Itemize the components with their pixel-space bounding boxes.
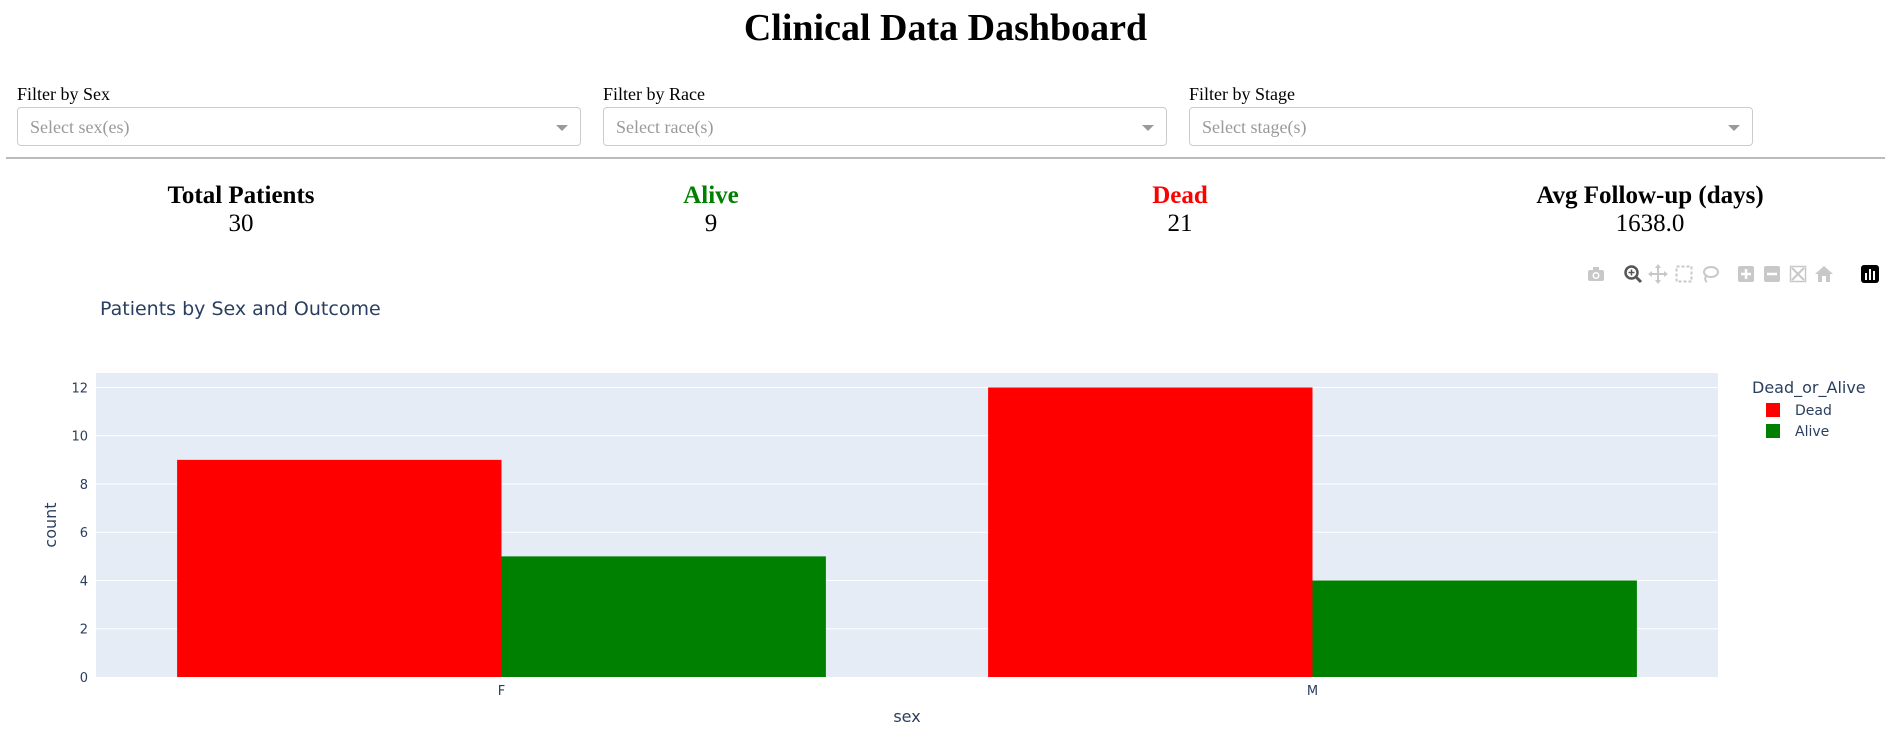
zoom-out-icon[interactable] xyxy=(1762,264,1782,284)
bar-chart: Patients by Sex and Outcome 024681012 FM… xyxy=(41,298,1866,726)
filter-sex: Filter by Sex Select sex(es) xyxy=(17,84,581,146)
filter-stage-label: Filter by Stage xyxy=(1189,84,1295,104)
bar-alive-f[interactable] xyxy=(501,556,826,677)
legend: Dead_or_Alive Dead Alive xyxy=(1752,378,1866,440)
y-tick-label: 2 xyxy=(80,623,88,638)
race-dropdown-placeholder: Select race(s) xyxy=(616,117,714,137)
legend-swatch-dead[interactable] xyxy=(1766,403,1780,417)
kpi-total-patients: Total Patients 30 xyxy=(91,182,391,238)
kpi-alive-label: Alive xyxy=(683,182,739,209)
legend-item-alive[interactable]: Alive xyxy=(1795,424,1829,440)
zoom-in-icon[interactable] xyxy=(1736,264,1756,284)
chart-modebar xyxy=(1586,264,1886,286)
sex-dropdown-placeholder: Select sex(es) xyxy=(30,117,130,137)
filter-race: Filter by Race Select race(s) xyxy=(603,84,1167,146)
kpi-dead: Dead 21 xyxy=(1030,182,1330,238)
filter-sex-label: Filter by Sex xyxy=(17,84,110,104)
y-tick-label: 8 xyxy=(80,478,88,493)
y-tick-label: 6 xyxy=(80,526,88,541)
divider xyxy=(6,157,1885,159)
y-tick-label: 10 xyxy=(71,430,88,445)
lasso-select-icon[interactable] xyxy=(1700,264,1720,284)
chevron-down-icon[interactable] xyxy=(1728,125,1740,131)
autoscale-icon[interactable] xyxy=(1788,264,1808,284)
stage-dropdown-placeholder: Select stage(s) xyxy=(1202,117,1307,137)
y-tick-label: 0 xyxy=(80,671,88,686)
x-tick-label: F xyxy=(498,684,505,699)
kpi-dead-label: Dead xyxy=(1152,182,1208,209)
kpi-total-patients-label: Total Patients xyxy=(167,182,315,209)
y-tick-label: 4 xyxy=(80,574,88,589)
kpi-avg-follow-up: Avg Follow-up (days) 1638.0 xyxy=(1500,182,1800,238)
chevron-down-icon[interactable] xyxy=(1142,125,1154,131)
chart-title: Patients by Sex and Outcome xyxy=(100,298,381,320)
filter-stage: Filter by Stage Select stage(s) xyxy=(1189,84,1753,146)
race-dropdown[interactable]: Select race(s) xyxy=(603,107,1167,146)
kpi-alive: Alive 9 xyxy=(561,182,861,238)
zoom-icon[interactable] xyxy=(1623,264,1643,284)
kpi-avg-follow-up-value: 1638.0 xyxy=(1615,210,1685,237)
kpi-dead-value: 21 xyxy=(1167,210,1193,237)
stage-dropdown[interactable]: Select stage(s) xyxy=(1189,107,1753,146)
reset-axes-icon[interactable] xyxy=(1814,264,1834,284)
camera-icon[interactable] xyxy=(1586,264,1606,284)
y-axis-ticks: 0 2 4 6 8 10 12 xyxy=(71,381,88,686)
plotly-logo-icon[interactable] xyxy=(1860,264,1880,284)
kpi-total-patients-value: 30 xyxy=(228,210,254,237)
page-title: Clinical Data Dashboard xyxy=(743,7,1148,49)
bar-dead-f[interactable] xyxy=(177,459,502,677)
y-axis-title: count xyxy=(41,502,60,547)
x-tick-label: M xyxy=(1307,684,1318,699)
legend-swatch-alive[interactable] xyxy=(1766,424,1780,438)
pan-icon[interactable] xyxy=(1648,264,1668,284)
bar-alive-m[interactable] xyxy=(1312,580,1637,677)
chevron-down-icon[interactable] xyxy=(556,125,568,131)
y-tick-label: 12 xyxy=(71,381,88,396)
bar-dead-m[interactable] xyxy=(988,387,1313,677)
filter-race-label: Filter by Race xyxy=(603,84,705,104)
box-select-icon[interactable] xyxy=(1674,264,1694,284)
legend-item-dead[interactable]: Dead xyxy=(1795,403,1832,419)
legend-title: Dead_or_Alive xyxy=(1752,378,1866,398)
x-axis-ticks: FM xyxy=(498,684,1318,699)
x-axis-title: sex xyxy=(893,707,920,726)
kpi-alive-value: 9 xyxy=(704,210,718,237)
kpi-avg-follow-up-label: Avg Follow-up (days) xyxy=(1536,182,1764,209)
sex-dropdown[interactable]: Select sex(es) xyxy=(17,107,581,146)
